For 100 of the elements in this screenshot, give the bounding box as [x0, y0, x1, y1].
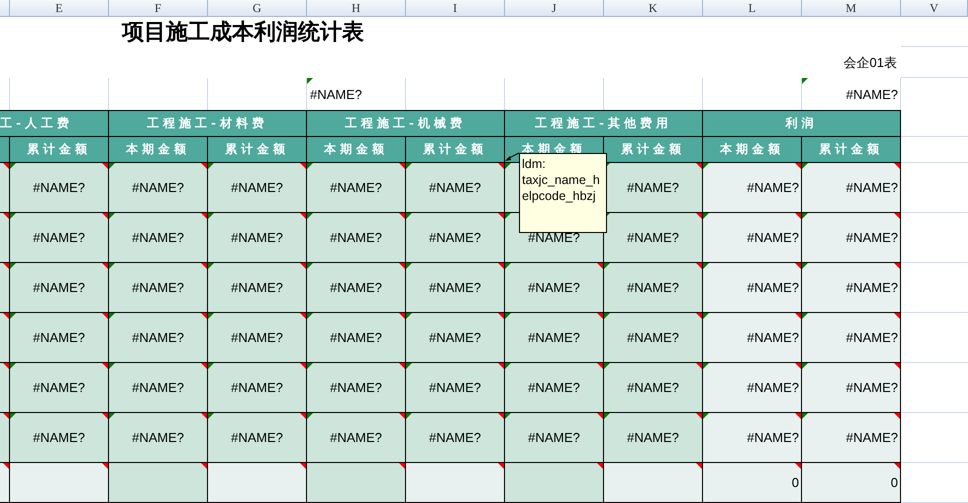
- error-indicator: [802, 163, 808, 169]
- comment-indicator: [894, 413, 900, 419]
- error-indicator: [10, 263, 16, 269]
- error-indicator: [406, 163, 412, 169]
- table-cell: #NAME?: [802, 413, 901, 463]
- error-indicator: [10, 163, 16, 169]
- error-indicator: [802, 313, 808, 319]
- column-letter[interactable]: J: [505, 0, 604, 17]
- table-cell: #NAME?: [109, 413, 208, 463]
- column-letter[interactable]: L: [703, 0, 802, 17]
- group-header: 工程施工-材料费: [109, 110, 307, 137]
- table-cell: #NAME?: [703, 213, 802, 263]
- table-cell: #NAME?: [703, 263, 802, 313]
- error-indicator: [802, 213, 808, 219]
- column-letter[interactable]: E: [10, 0, 109, 17]
- error-indicator: [109, 163, 115, 169]
- table-cell: #NAME?: [10, 363, 109, 413]
- table-cell: #NAME?: [802, 78, 901, 110]
- column-header: 本期金额: [307, 137, 406, 163]
- column-letter[interactable]: G: [208, 0, 307, 17]
- table-cell: #NAME?: [703, 413, 802, 463]
- table-cell: 0: [703, 463, 802, 503]
- table-cell: #NAME?: [802, 163, 901, 213]
- table-cell: #NAME?: [406, 313, 505, 363]
- error-indicator: [802, 363, 808, 369]
- table-cell: #NAME?: [208, 313, 307, 363]
- table-cell: #NAME?: [10, 163, 109, 213]
- column-letter[interactable]: K: [604, 0, 703, 17]
- error-indicator: [703, 313, 709, 319]
- comment-indicator: [894, 363, 900, 369]
- form-code: 会企01表: [844, 54, 897, 72]
- column-header: 累计金额: [406, 137, 505, 163]
- error-indicator: [208, 163, 214, 169]
- error-indicator: [406, 213, 412, 219]
- table-cell: #NAME?: [109, 213, 208, 263]
- error-indicator: [406, 313, 412, 319]
- comment-indicator: [894, 263, 900, 269]
- table-cell: #NAME?: [802, 363, 901, 413]
- table-cell: #NAME?: [505, 313, 604, 363]
- error-indicator: [307, 413, 313, 419]
- error-indicator: [10, 313, 16, 319]
- table-cell: #NAME?: [604, 213, 703, 263]
- column-header: 本期金额: [703, 137, 802, 163]
- table-cell: #NAME?: [505, 413, 604, 463]
- error-indicator: [604, 413, 610, 419]
- error-indicator: [109, 413, 115, 419]
- error-indicator: [406, 263, 412, 269]
- table-cell: #NAME?: [307, 363, 406, 413]
- comment-indicator: [894, 163, 900, 169]
- column-header: 累计金额: [604, 137, 703, 163]
- table-cell: #NAME?: [307, 163, 406, 213]
- table-cell: #NAME?: [703, 363, 802, 413]
- column-letter[interactable]: F: [109, 0, 208, 17]
- error-indicator: [307, 263, 313, 269]
- error-indicator: [10, 213, 16, 219]
- error-indicator: [307, 78, 313, 84]
- error-indicator: [505, 363, 511, 369]
- table-cell: #NAME?: [505, 263, 604, 313]
- table-cell: #NAME?: [208, 213, 307, 263]
- table-cell: #NAME?: [208, 163, 307, 213]
- column-header: 累计金额: [208, 137, 307, 163]
- error-indicator: [703, 263, 709, 269]
- table-cell: #NAME?: [10, 413, 109, 463]
- table-cell: #NAME?: [406, 263, 505, 313]
- error-indicator: [10, 413, 16, 419]
- error-indicator: [505, 413, 511, 419]
- error-indicator: [208, 213, 214, 219]
- error-indicator: [802, 78, 808, 84]
- error-indicator: [109, 263, 115, 269]
- table-cell: #NAME?: [406, 163, 505, 213]
- error-indicator: [802, 263, 808, 269]
- column-letter[interactable]: [0, 0, 10, 17]
- comment-indicator: [894, 463, 900, 469]
- error-indicator: [406, 413, 412, 419]
- column-letter[interactable]: H: [307, 0, 406, 17]
- table-cell: #NAME?: [10, 263, 109, 313]
- table-cell: #NAME?: [307, 213, 406, 263]
- error-indicator: [208, 263, 214, 269]
- group-header: 工-人工费: [0, 110, 109, 137]
- table-cell: #NAME?: [208, 413, 307, 463]
- column-letter[interactable]: M: [802, 0, 901, 17]
- error-indicator: [505, 263, 511, 269]
- error-indicator: [604, 363, 610, 369]
- table-cell: #NAME?: [406, 363, 505, 413]
- column-letter[interactable]: I: [406, 0, 505, 17]
- table-cell: #NAME?: [109, 363, 208, 413]
- error-indicator: [505, 213, 511, 219]
- table-cell: #NAME?: [307, 313, 406, 363]
- table-cell: #NAME?: [307, 263, 406, 313]
- table-cell: #NAME?: [604, 363, 703, 413]
- table-cell: #NAME?: [10, 213, 109, 263]
- column-header: 本期金额: [109, 137, 208, 163]
- error-indicator: [406, 363, 412, 369]
- table-cell: #NAME?: [604, 163, 703, 213]
- table-cell: #NAME?: [802, 263, 901, 313]
- group-header: 利润: [703, 110, 901, 137]
- error-indicator: [307, 163, 313, 169]
- error-indicator: [109, 313, 115, 319]
- table-cell: 0: [802, 463, 901, 503]
- column-letter[interactable]: V: [901, 0, 968, 17]
